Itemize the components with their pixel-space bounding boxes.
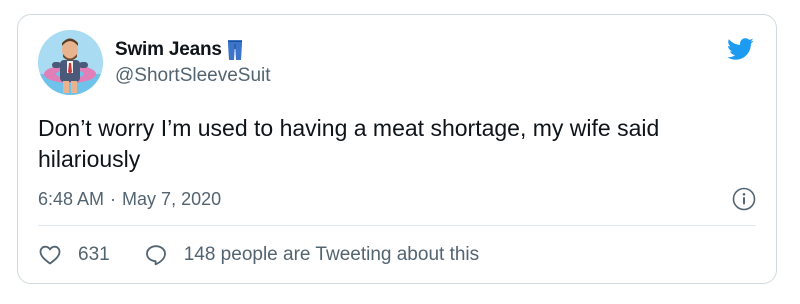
- heart-icon: [39, 245, 61, 265]
- divider: [38, 225, 756, 226]
- display-name[interactable]: Swim Jeans: [115, 39, 222, 61]
- author-handle[interactable]: @ShortSleeveSuit: [115, 65, 271, 87]
- speech-bubble-icon: [145, 245, 166, 266]
- like-button[interactable]: 631: [38, 243, 144, 267]
- tweet-time[interactable]: 6:48 AM: [38, 189, 104, 210]
- tweet-date[interactable]: May 7, 2020: [122, 189, 221, 210]
- conversation-link[interactable]: 148 people are Tweeting about this: [144, 243, 479, 267]
- jeans-emoji: [227, 40, 242, 60]
- timestamp-separator: ·: [110, 189, 117, 209]
- conversation-text[interactable]: 148 people are Tweeting about this: [184, 244, 479, 266]
- tweet-actions: 631 148 people are Tweeting about this: [38, 243, 479, 267]
- info-icon[interactable]: [732, 187, 756, 211]
- tweet-card[interactable]: Swim Jeans @ShortSleeveSuit Don’t worry …: [17, 14, 777, 284]
- like-count: 631: [78, 244, 110, 265]
- tweet-text: Don’t worry I’m used to having a meat sh…: [38, 115, 660, 172]
- author-name-row[interactable]: Swim Jeans: [115, 38, 244, 62]
- profile-avatar[interactable]: [38, 30, 103, 95]
- tweet-timestamp[interactable]: 6:48 AM · May 7, 2020: [38, 189, 221, 210]
- twitter-bird-icon[interactable]: [724, 35, 756, 63]
- avatar-image: [38, 30, 103, 95]
